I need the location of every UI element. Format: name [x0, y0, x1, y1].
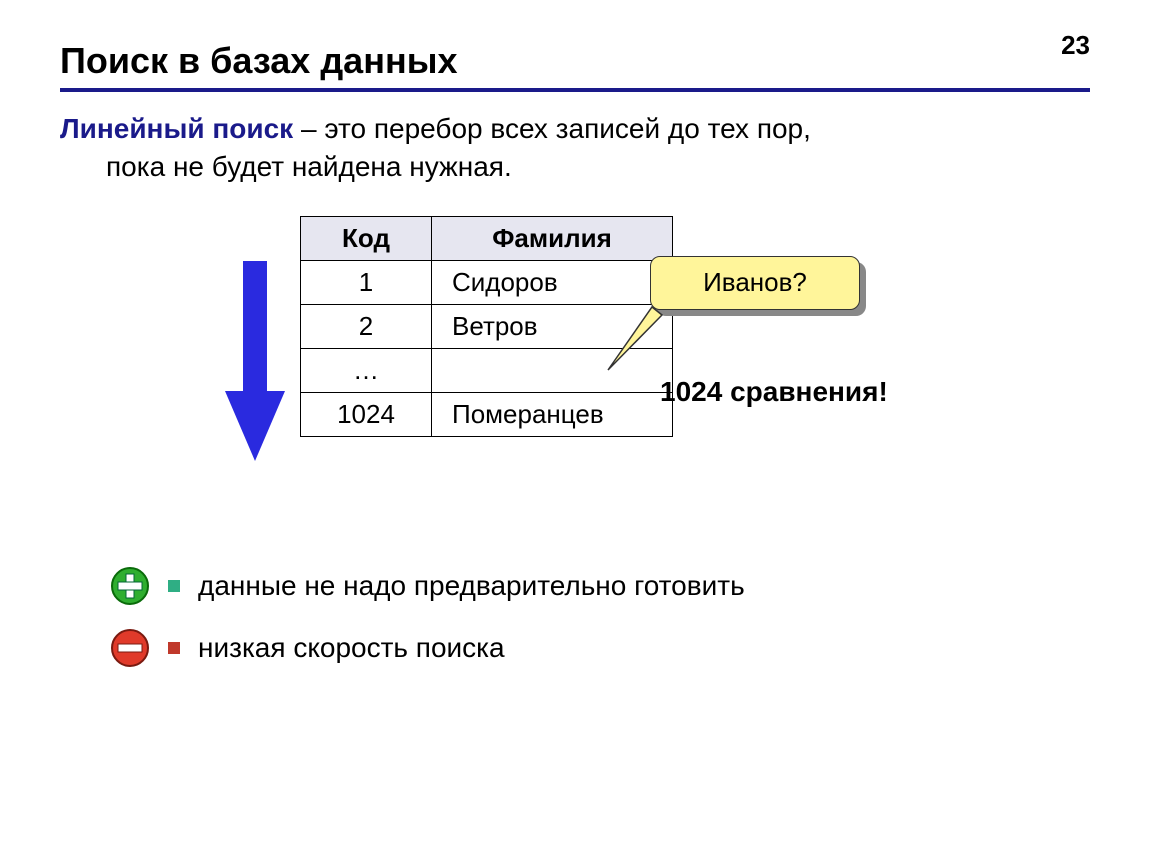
bullet-icon [168, 580, 180, 592]
col-header-code: Код [301, 216, 432, 260]
cell-surname: Померанцев [432, 392, 673, 436]
table-row: 1024 Померанцев [301, 392, 673, 436]
con-text: низкая скорость поиска [198, 632, 505, 664]
page-number: 23 [1061, 30, 1090, 61]
table-row: 1 Сидоров [301, 260, 673, 304]
comparisons-label: 1024 сравнения! [660, 376, 888, 408]
bullet-icon [168, 642, 180, 654]
definition-term: Линейный поиск [60, 113, 293, 144]
definition-text-line1: – это перебор всех записей до тех пор, [293, 113, 811, 144]
table-header-row: Код Фамилия [301, 216, 673, 260]
bullet-list: данные не надо предварительно готовить н… [110, 566, 1090, 668]
plus-badge-icon [110, 566, 150, 606]
title-underline [60, 88, 1090, 92]
callout: Иванов? [650, 256, 860, 310]
cell-code: 2 [301, 304, 432, 348]
cell-code: … [301, 348, 432, 392]
callout-text: Иванов? [703, 267, 807, 298]
pro-row: данные не надо предварительно готовить [110, 566, 1090, 606]
cell-code: 1 [301, 260, 432, 304]
cell-surname: Сидоров [432, 260, 673, 304]
table-row: 2 Ветров [301, 304, 673, 348]
callout-box: Иванов? [650, 256, 860, 310]
cell-code: 1024 [301, 392, 432, 436]
minus-badge-icon [110, 628, 150, 668]
table-row: … [301, 348, 673, 392]
definition-text-line2: пока не будет найдена нужная. [60, 148, 1090, 186]
down-arrow-icon [225, 261, 285, 466]
definition-paragraph: Линейный поиск – это перебор всех записе… [60, 110, 1090, 186]
pro-text: данные не надо предварительно готовить [198, 570, 745, 602]
con-row: низкая скорость поиска [110, 628, 1090, 668]
col-header-surname: Фамилия [432, 216, 673, 260]
slide-title: Поиск в базах данных [60, 40, 1090, 82]
diagram-area: Код Фамилия 1 Сидоров 2 Ветров … [60, 216, 1090, 506]
slide: 23 Поиск в базах данных Линейный поиск –… [0, 0, 1150, 864]
